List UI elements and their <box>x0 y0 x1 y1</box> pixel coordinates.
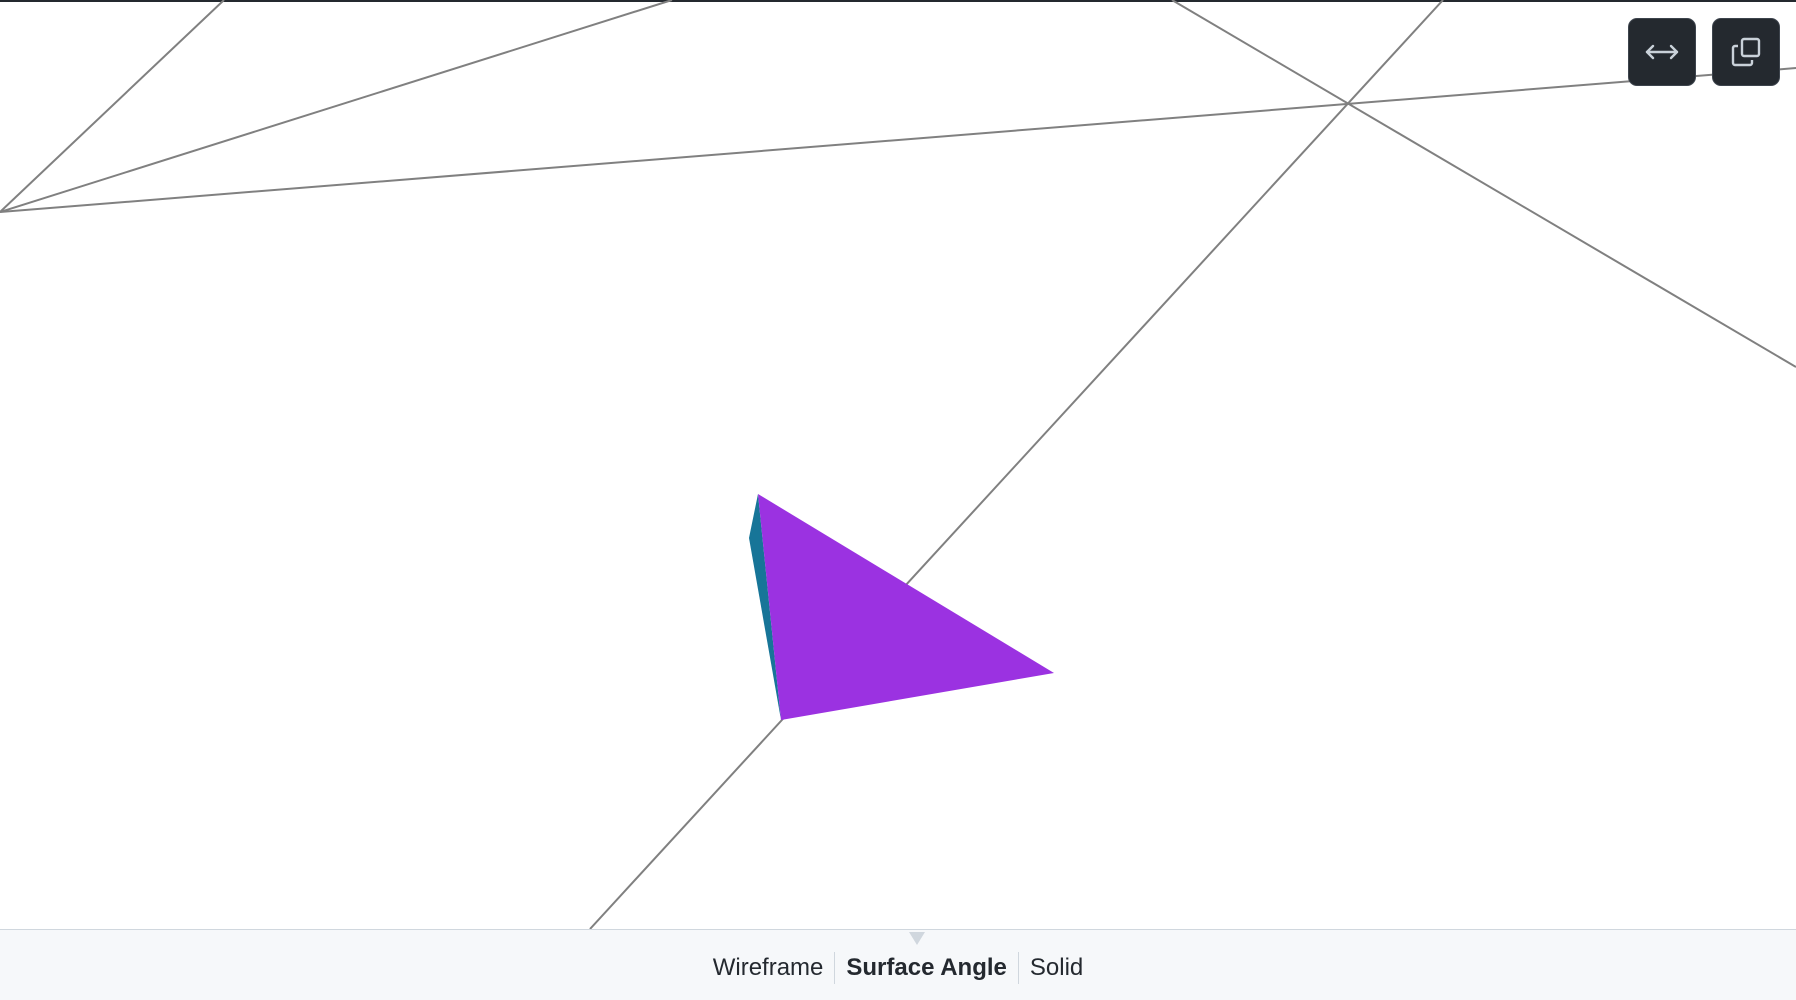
copy-button[interactable] <box>1712 18 1780 86</box>
mode-tab-solid[interactable]: Solid <box>1019 952 1094 984</box>
stl-viewer[interactable]: Wireframe Surface Angle Solid <box>0 0 1796 1000</box>
wire-edge <box>589 0 1444 929</box>
copy-icon <box>1731 37 1761 67</box>
mesh-main-face <box>758 494 1054 720</box>
mode-tab-wireframe[interactable]: Wireframe <box>702 952 835 984</box>
caret-indicator <box>909 932 925 945</box>
expand-view-button[interactable] <box>1628 18 1696 86</box>
arrows-horizontal-icon <box>1645 44 1679 60</box>
wire-edge <box>0 0 673 213</box>
wire-edge <box>1171 0 1796 368</box>
wire-edge <box>0 67 1796 213</box>
wireframe-lines <box>0 0 1796 929</box>
3d-scene[interactable] <box>0 0 1796 929</box>
mode-tab-surface-angle[interactable]: Surface Angle <box>835 952 1018 984</box>
wire-edge <box>0 0 225 213</box>
render-mode-tabs: Wireframe Surface Angle Solid <box>0 952 1796 984</box>
